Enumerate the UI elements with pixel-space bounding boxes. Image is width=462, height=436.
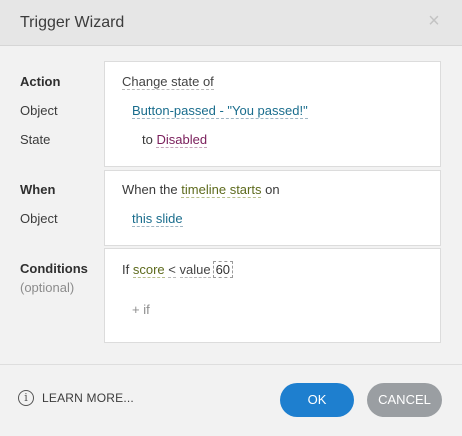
info-icon: i bbox=[18, 390, 34, 406]
action-state-row: to Disabled bbox=[142, 132, 208, 148]
dialog-title: Trigger Wizard bbox=[20, 14, 125, 31]
when-suffix: on bbox=[265, 182, 280, 197]
action-row: Change state of bbox=[122, 74, 214, 90]
action-panel: Change state of Button-passed - "You pas… bbox=[104, 61, 441, 167]
when-object-dropdown[interactable]: this slide bbox=[132, 211, 183, 227]
when-label: When bbox=[20, 182, 56, 197]
to-text: to bbox=[142, 132, 153, 147]
trigger-wizard-dialog: Trigger Wizard × Action Object State Cha… bbox=[0, 0, 462, 436]
ok-button[interactable]: OK bbox=[280, 383, 354, 417]
action-object-label: Object bbox=[20, 103, 58, 118]
action-dropdown[interactable]: Change state of bbox=[122, 74, 214, 90]
when-prefix: When the bbox=[122, 182, 178, 197]
when-row: When the timeline starts on bbox=[122, 182, 280, 198]
conditions-label: Conditions bbox=[20, 261, 88, 276]
footer-divider bbox=[0, 364, 462, 365]
when-object-label: Object bbox=[20, 211, 58, 226]
operator-dropdown[interactable]: < bbox=[168, 262, 176, 278]
add-condition-row: + if bbox=[132, 302, 150, 317]
variable-dropdown[interactable]: score bbox=[132, 262, 165, 278]
state-dropdown[interactable]: Disabled bbox=[156, 132, 208, 148]
condition-row: If score < value 60 bbox=[122, 261, 234, 278]
compare-type-dropdown[interactable]: value bbox=[179, 262, 211, 278]
add-if-link[interactable]: + if bbox=[132, 302, 150, 317]
title-bar: Trigger Wizard × bbox=[0, 0, 462, 46]
action-object-row: Button-passed - "You passed!" bbox=[132, 103, 308, 119]
when-object-row: this slide bbox=[132, 211, 183, 227]
action-label: Action bbox=[20, 74, 61, 89]
close-icon[interactable]: × bbox=[426, 11, 442, 31]
action-state-label: State bbox=[20, 132, 51, 147]
conditions-panel: If score < value 60 + if bbox=[104, 248, 441, 343]
when-panel: When the timeline starts on this slide bbox=[104, 170, 441, 246]
action-object-dropdown[interactable]: Button-passed - "You passed!" bbox=[132, 103, 308, 119]
cancel-button[interactable]: CANCEL bbox=[367, 383, 442, 417]
event-dropdown[interactable]: timeline starts bbox=[181, 182, 262, 198]
compare-value-input[interactable]: 60 bbox=[212, 261, 234, 278]
learn-more-label: LEARN MORE... bbox=[42, 391, 134, 405]
if-text: If bbox=[122, 262, 130, 277]
conditions-sublabel: (optional) bbox=[20, 280, 75, 295]
learn-more-link[interactable]: i LEARN MORE... bbox=[18, 390, 134, 406]
